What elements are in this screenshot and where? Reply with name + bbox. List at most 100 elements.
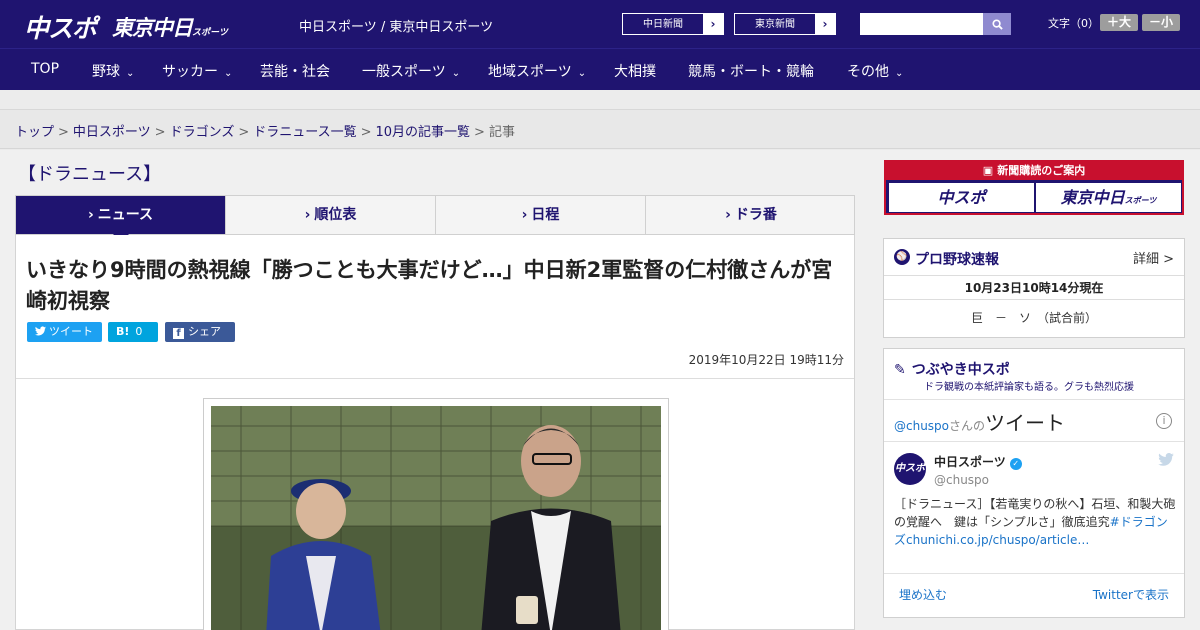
nav-label: 芸能・社会 — [260, 64, 330, 80]
facebook-share-button[interactable]: f シェア 4 — [165, 322, 235, 358]
tweet-user-name[interactable]: 中日スポーツ ✓ — [934, 453, 1022, 470]
avatar[interactable]: 中スポ — [894, 453, 926, 485]
article-divider — [16, 378, 854, 379]
hatena-bookmark-button[interactable]: B! 0 — [108, 322, 158, 342]
chevron-down-icon: ⌄ — [577, 68, 587, 79]
facebook-count: 4 — [173, 345, 180, 358]
subscription-banner[interactable]: ▣ 新聞購読のご案内 中スポ 東京中日スポーツ — [884, 160, 1184, 215]
hatena-icon: B! — [116, 325, 130, 338]
breadcrumb-sep: > — [58, 125, 69, 140]
nav-item-sumo[interactable]: 大相撲 — [614, 61, 656, 81]
subscription-banner-title: ▣ 新聞購読のご案内 — [886, 162, 1182, 180]
tweet-timeline-header[interactable]: @chuspoさんのツイート — [894, 407, 1065, 436]
nav-item-top[interactable]: TOP — [31, 61, 59, 77]
pen-icon: ✎ — [894, 362, 906, 378]
search-button[interactable] — [983, 13, 1011, 35]
nav-item-regional-sports[interactable]: 地域スポーツ ⌄ — [488, 61, 586, 81]
chevron-right-icon: › — [521, 207, 528, 223]
subscribe-chuspo[interactable]: 中スポ — [889, 183, 1034, 212]
tweet-widget-subtitle: ドラ観戦の本紙評論家も語る。グラも熱烈応援 — [924, 382, 1134, 393]
chevron-down-icon: ⌄ — [224, 68, 233, 79]
tweet-button[interactable]: ツイート — [27, 322, 102, 342]
tweet-handle-suffix: さんの — [949, 419, 986, 433]
tab-dora-ban[interactable]: › ドラ番 — [646, 196, 856, 234]
verified-badge-icon: ✓ — [1009, 458, 1022, 470]
chevron-right-icon: › — [87, 207, 94, 223]
chevron-right-icon: › — [304, 207, 311, 223]
nav-item-baseball[interactable]: 野球 ⌄ — [92, 61, 134, 81]
hatena-count: 0 — [135, 325, 143, 338]
breadcrumb-chuspo[interactable]: 中日スポーツ — [73, 125, 151, 140]
subscription-label: 新聞購読のご案内 — [997, 164, 1086, 177]
breadcrumb-current: 記事 — [488, 125, 515, 140]
nav-label: 一般スポーツ — [362, 64, 446, 80]
chevron-right-icon: › — [725, 207, 731, 223]
embed-link[interactable]: 埋め込む — [899, 586, 947, 603]
tweet-handle[interactable]: @chuspo — [894, 419, 949, 433]
nav-label: 野球 — [92, 64, 120, 80]
breadcrumb: トップ > 中日スポーツ > ドラゴンズ > ドラニュース一覧 >10月の記事一覧 > 記事 — [0, 110, 1200, 149]
tab-label: ニュース — [97, 207, 154, 223]
ext-link-label: 東京新聞 — [735, 14, 815, 34]
baseball-icon: ⚾ — [894, 249, 910, 265]
breadcrumb-dragons[interactable]: ドラゴンズ — [170, 125, 235, 140]
breadcrumb-october-list[interactable]: 10月の記事一覧 — [376, 125, 471, 140]
tweet-label: ツイート — [49, 325, 93, 338]
font-smaller-button[interactable]: －小 — [1142, 14, 1180, 31]
article: いきなり9時間の熱視線「勝つことも大事だけど…」中日新2軍監督の仁村徹さんが宮崎… — [15, 235, 855, 630]
ext-link-label: 中日新聞 — [623, 14, 703, 34]
tab-standings[interactable]: › 順位表 — [226, 196, 436, 234]
chevron-down-icon: ⌄ — [451, 68, 461, 79]
tokyo-logo-text: 東京中日 — [112, 16, 193, 40]
tokyo-shimbun-link[interactable]: 東京新聞 › — [734, 13, 836, 35]
search-input[interactable] — [860, 13, 983, 35]
search-icon — [991, 19, 1003, 30]
nav-item-entertainment[interactable]: 芸能・社会 — [260, 61, 330, 81]
chevron-right-icon: › — [822, 17, 828, 31]
breadcrumb-dora-news-list[interactable]: ドラニュース一覧 — [253, 125, 356, 140]
font-bigger-button[interactable]: ＋大 — [1100, 14, 1138, 31]
chunichi-shimbun-link[interactable]: 中日新聞 › — [622, 13, 724, 35]
divider — [884, 399, 1184, 400]
article-photo[interactable] — [211, 406, 661, 630]
baseball-widget-header: ⚾ プロ野球速報 詳細 > — [884, 239, 1184, 276]
newspaper-icon: ▣ — [982, 164, 994, 177]
breadcrumb-sep: > — [474, 125, 485, 140]
baseball-game-row[interactable]: 巨 － ソ （試合前） — [884, 309, 1184, 326]
nav-label: サッカー — [162, 64, 218, 80]
view-on-twitter-link[interactable]: Twitterで表示 — [1093, 586, 1169, 603]
nav-item-racing[interactable]: 競馬・ボート・競輪 — [688, 61, 814, 81]
tweet-user-handle[interactable]: @chuspo — [934, 473, 989, 487]
info-icon[interactable]: i — [1156, 413, 1172, 429]
chuspo-logo[interactable]: 中スポ — [24, 9, 97, 45]
nav-item-soccer[interactable]: サッカー ⌄ — [162, 61, 232, 81]
tokyo-logo-small: スポーツ — [192, 28, 228, 38]
tweet-header-label: ツイート — [985, 411, 1066, 435]
tab-schedule[interactable]: › 日程 — [436, 196, 646, 234]
breadcrumb-top[interactable]: トップ — [15, 125, 54, 140]
tab-label: 順位表 — [314, 207, 357, 223]
breadcrumb-sep: > — [360, 125, 372, 140]
tokyo-chunichi-logo[interactable]: 東京中日スポーツ — [112, 12, 228, 42]
nav-item-other[interactable]: その他 ⌄ — [847, 61, 903, 81]
twitter-bird-icon[interactable] — [1158, 453, 1174, 470]
baseball-score-widget: ⚾ プロ野球速報 詳細 > 10月23日10時14分現在 巨 － ソ （試合前） — [883, 238, 1185, 338]
tweet-widget-title-text: つぶやき中スポ — [911, 362, 1010, 378]
twitter-bird-icon — [35, 326, 46, 336]
article-photo-frame — [203, 398, 669, 630]
nav-label: TOP — [31, 61, 60, 77]
article-date: 2019年10月22日 19時11分 — [688, 353, 844, 367]
tab-label: ドラ番 — [734, 207, 777, 223]
site-title: 中日スポーツ / 東京中日スポーツ — [299, 20, 494, 35]
header-bar: 中スポ 東京中日スポーツ 中日スポーツ / 東京中日スポーツ 中日新聞 › 東京… — [0, 0, 1200, 48]
ad-box2-text: 東京中日 — [1060, 188, 1125, 207]
chevron-right-icon: › — [710, 17, 716, 31]
nav-item-general-sports[interactable]: 一般スポーツ ⌄ — [362, 61, 460, 81]
facebook-share-label: シェア — [188, 325, 221, 338]
tweet-text: ［ドラニュース］【若竜実りの秋へ】石垣、和製大砲の覚醒へ 鍵は「シンプルさ」徹底… — [894, 495, 1176, 549]
nav-label: 競馬・ボート・競輪 — [688, 64, 814, 80]
subscribe-tokyo-chunichi[interactable]: 東京中日スポーツ — [1036, 183, 1181, 212]
baseball-detail-link[interactable]: 詳細 > — [1133, 248, 1174, 267]
font-size-label: 文字（0） — [1048, 17, 1099, 30]
tab-news[interactable]: › ニュース — [16, 196, 226, 242]
